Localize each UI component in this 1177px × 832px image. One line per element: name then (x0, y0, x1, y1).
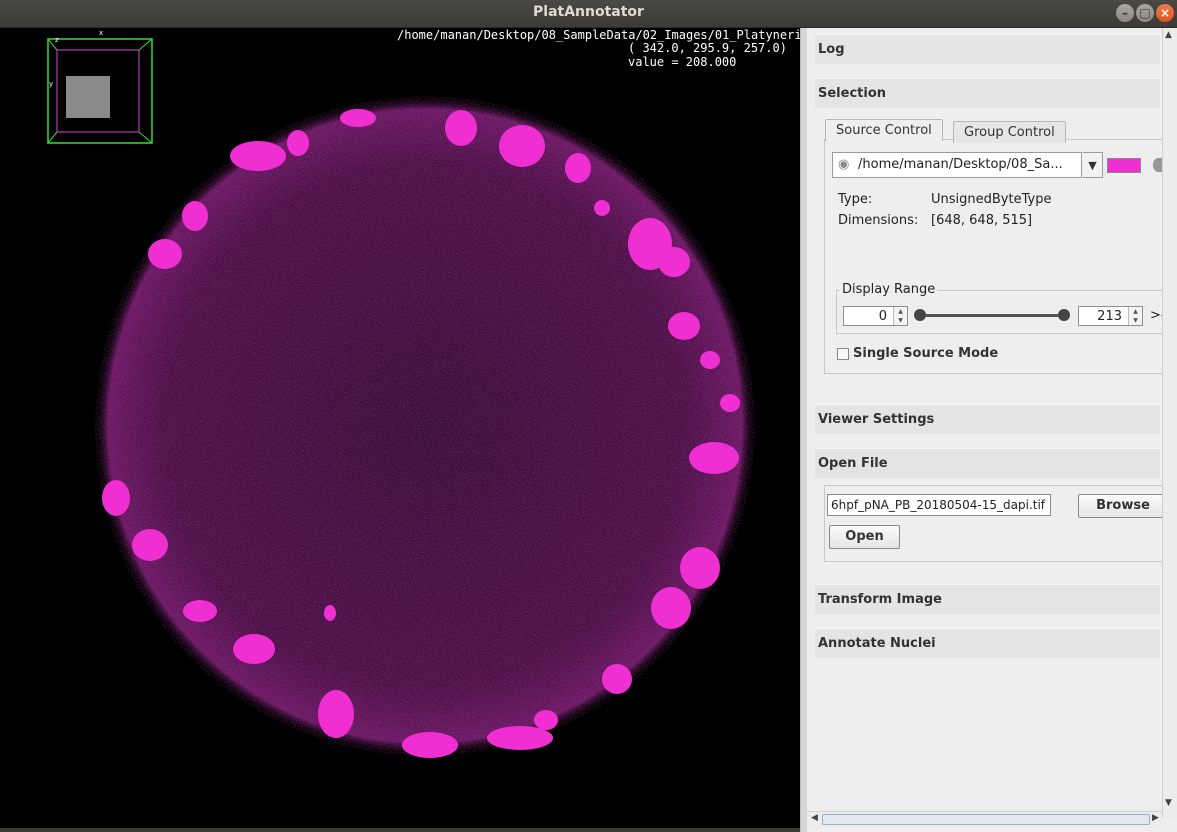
maximize-button[interactable]: □ (1136, 4, 1154, 22)
display-range-max-value: 213 (1097, 309, 1122, 324)
display-range-max-spinner[interactable]: 213 ▲ ▼ (1078, 306, 1143, 326)
annotate-nuclei-header-label: Annotate Nuclei (818, 636, 936, 651)
dimensions-value: [648, 648, 515] (931, 213, 1033, 228)
single-source-mode-label: Single Source Mode (853, 346, 999, 361)
type-value: UnsignedByteType (931, 192, 1052, 207)
horizontal-scrollbar[interactable]: ◀ ▶ (807, 811, 1162, 826)
slider-max-handle[interactable] (1058, 309, 1070, 321)
spinner-arrows-icon[interactable]: ▲ ▼ (893, 307, 907, 325)
source-color-swatch[interactable] (1107, 158, 1141, 173)
image-viewer[interactable]: x y z /home/manan/Desktop/08_SampleData/… (0, 28, 800, 828)
tab-group-control[interactable]: Group Control (953, 121, 1066, 143)
coordinate-readout: ( 342.0, 295.9, 257.0) (628, 41, 787, 55)
display-range-label: Display Range (840, 282, 938, 297)
type-label: Type: (838, 192, 873, 207)
nav-x-label: x (99, 29, 104, 37)
transform-image-header-label: Transform Image (818, 592, 942, 607)
split-divider[interactable] (800, 28, 807, 832)
selection-section-header[interactable]: Selection (815, 78, 1160, 108)
chevron-down-icon[interactable]: ▼ (1083, 152, 1103, 178)
window-title: PlatAnnotator (533, 4, 644, 20)
nav-z-label: z (55, 36, 59, 44)
display-range-slider[interactable] (919, 314, 1065, 317)
scroll-left-icon[interactable]: ◀ (811, 813, 818, 823)
file-path-value: 6hpf_pNA_PB_20180504-15_dapi.tif (831, 498, 1046, 512)
source-select[interactable]: ◉ /home/manan/Desktop/08_Sa... (832, 152, 1082, 178)
close-button[interactable]: × (1156, 4, 1174, 22)
slider-min-handle[interactable] (914, 309, 926, 321)
source-select-value: /home/manan/Desktop/08_Sa... (858, 157, 1063, 172)
annotate-nuclei-section-header[interactable]: Annotate Nuclei (815, 628, 1160, 658)
embryo-texture (95, 96, 755, 756)
spinner-arrows-icon[interactable]: ▲ ▼ (1128, 307, 1142, 325)
minimize-button[interactable]: – (1116, 4, 1134, 22)
log-header-label: Log (818, 42, 845, 57)
title-bar: PlatAnnotator – □ × (0, 0, 1177, 28)
source-path: /home/manan/Desktop/08_SampleData/02_Ima… (397, 28, 800, 42)
selection-header-label: Selection (818, 86, 887, 101)
dimensions-label: Dimensions: (838, 213, 919, 228)
display-range-min-spinner[interactable]: 0 ▲ ▼ (843, 306, 908, 326)
viewer-settings-header-label: Viewer Settings (818, 412, 935, 427)
horizontal-scroll-thumb[interactable] (822, 814, 1150, 825)
nav-y-label: y (49, 80, 54, 88)
display-range-min-value: 0 (878, 309, 887, 324)
scroll-up-icon[interactable]: ▲ (1165, 30, 1172, 40)
tab-source-control[interactable]: Source Control (825, 119, 943, 141)
navigation-box: x y z (47, 29, 153, 144)
control-panel: Log Selection Source Control Group Contr… (807, 28, 1177, 832)
scroll-down-icon[interactable]: ▼ (1165, 798, 1172, 808)
browse-button[interactable]: Browse (1078, 494, 1168, 518)
vertical-scrollbar[interactable]: ▲ ▼ (1162, 28, 1177, 818)
file-path-input[interactable]: 6hpf_pNA_PB_20180504-15_dapi.tif (827, 494, 1051, 516)
log-section-header[interactable]: Log (815, 34, 1160, 64)
transform-image-section-header[interactable]: Transform Image (815, 584, 1160, 614)
eye-icon[interactable]: ◉ (838, 157, 849, 172)
open-file-section-header[interactable]: Open File (815, 448, 1160, 478)
viewer-settings-section-header[interactable]: Viewer Settings (815, 404, 1160, 434)
single-source-mode-checkbox[interactable] (837, 348, 849, 360)
open-file-header-label: Open File (818, 456, 888, 471)
value-readout: value = 208.000 (628, 55, 737, 69)
scroll-right-icon[interactable]: ▶ (1152, 813, 1159, 823)
microscopy-image (95, 96, 755, 758)
open-button[interactable]: Open (829, 525, 900, 549)
